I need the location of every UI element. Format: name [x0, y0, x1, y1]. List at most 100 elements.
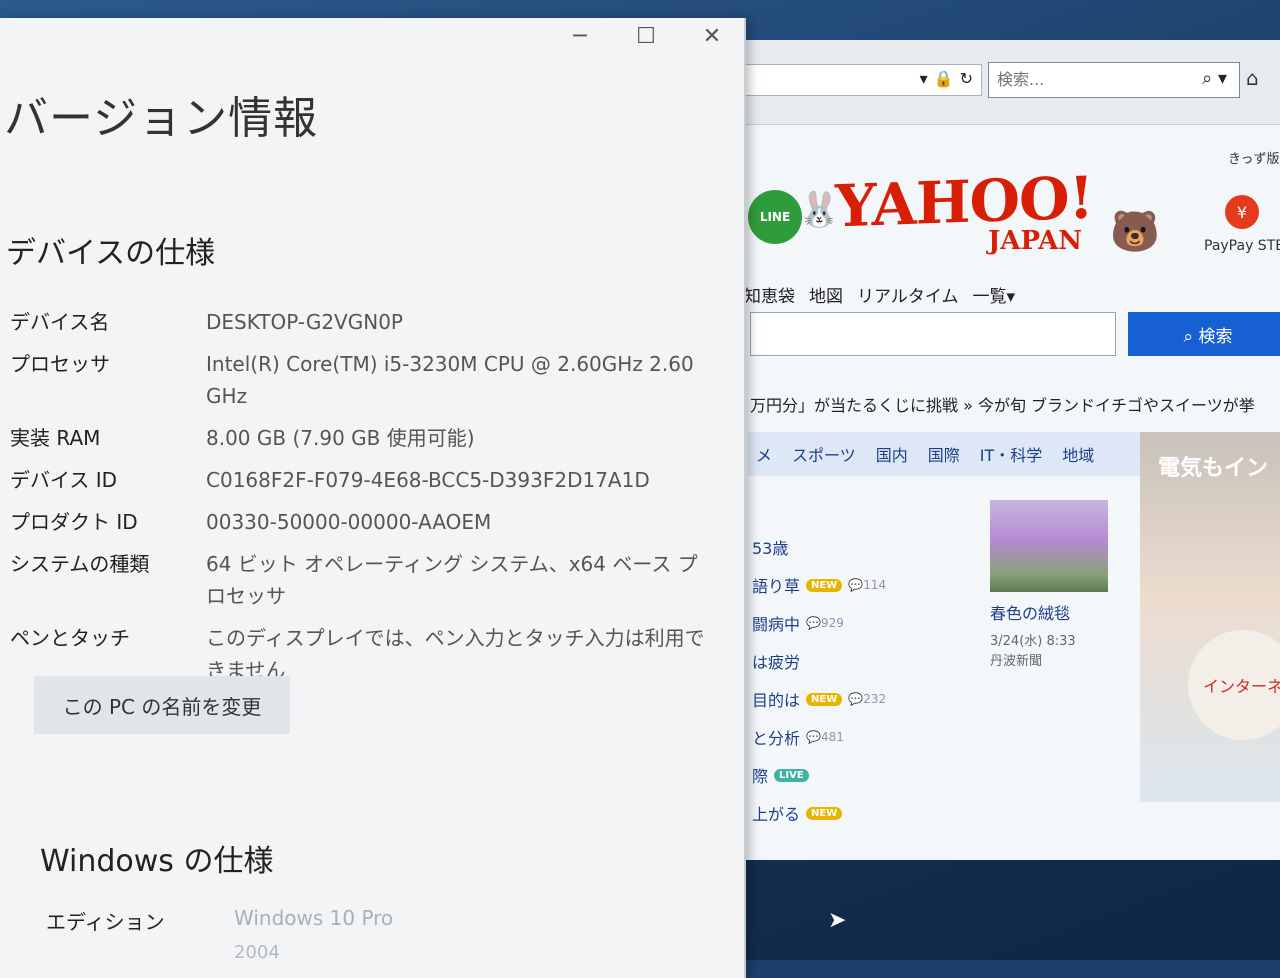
new-badge: NEW — [806, 806, 843, 820]
address-bar[interactable]: ▾ 🔒 ↻ — [740, 64, 982, 96]
photo-news-date: 3/24(水) 8:33 — [990, 634, 1076, 649]
browser-window: ▾ 🔒 ↻ ⌕ ▾ ⌂ きっず版 LINE 🐰 YAHOO! JAPAN 🐻 ¥… — [700, 40, 1280, 860]
line-logo[interactable]: LINE — [748, 190, 802, 244]
nav-realtime[interactable]: リアルタイム — [857, 282, 959, 307]
spec-value: C0168F2F-F079-4E68-BCC5-D393F2D17A1D — [206, 468, 650, 492]
page-title: バージョン情報 — [4, 93, 319, 144]
tab-it-science[interactable]: IT・科学 — [980, 442, 1043, 466]
comment-count-value: 481 — [820, 730, 844, 744]
minimize-button[interactable]: ─ — [566, 24, 594, 49]
comment-count-value: 232 — [863, 692, 887, 706]
maximize-button[interactable]: ☐ — [632, 24, 660, 49]
nav-list[interactable]: 一覧▾ — [973, 282, 1016, 307]
news-item[interactable]: 語り草 NEW 💬114 — [752, 566, 886, 604]
spec-row: プロセッサ Intel(R) Core(TM) i5-3230M CPU @ 2… — [10, 348, 730, 412]
comment-count: 💬232 — [848, 692, 887, 706]
window-controls: ─ ☐ ✕ — [566, 24, 726, 49]
news-item[interactable]: 際 LIVE — [752, 756, 886, 794]
lock-icon: 🔒 — [933, 69, 954, 88]
news-item-text: 語り草 — [752, 577, 801, 596]
service-nav: 知恵袋 地図 リアルタイム 一覧▾ — [744, 282, 1015, 307]
spec-row: システムの種類 64 ビット オペレーティング システム、x64 ベース プロセ… — [10, 548, 730, 612]
spec-row: デバイス ID C0168F2F-F079-4E68-BCC5-D393F2D1… — [10, 464, 730, 496]
spec-value: Intel(R) Core(TM) i5-3230M CPU @ 2.60GHz… — [206, 352, 694, 408]
search-icon[interactable]: ⌕ ▾ — [1202, 68, 1227, 89]
browser-search-input[interactable] — [989, 63, 1195, 95]
tab-sports[interactable]: スポーツ — [792, 442, 856, 466]
spec-value: 8.00 GB (7.90 GB 使用可能) — [206, 426, 475, 450]
news-item[interactable]: と分析 💬481 — [752, 718, 886, 756]
refresh-icon[interactable]: ↻ — [960, 69, 973, 88]
yahoo-japan-logo[interactable]: JAPAN — [988, 226, 1082, 256]
spec-row: プロダクト ID 00330-50000-00000-AAOEM — [10, 506, 730, 538]
comment-count: 💬929 — [806, 616, 844, 630]
news-item-text: 際 — [752, 767, 769, 786]
tab-region[interactable]: 地域 — [1062, 442, 1094, 466]
promo-banner[interactable]: 万円分」が当たるくじに挑戦 » 今が旬 ブランドイチゴやスイーツが挙 — [750, 392, 1255, 416]
about-window: ─ ☐ ✕ バージョン情報 デバイスの仕様 デバイス名 DESKTOP-G2VG… — [0, 18, 746, 978]
news-tabs: メ スポーツ 国内 国際 IT・科学 地域 — [748, 432, 1146, 476]
nav-chiebukuro[interactable]: 知恵袋 — [744, 282, 795, 307]
address-tools: ▾ 🔒 ↻ — [920, 69, 973, 88]
spec-value: 64 ビット オペレーティング システム、x64 ベース プロセッサ — [206, 552, 698, 608]
tab-domestic[interactable]: 国内 — [876, 442, 908, 466]
spec-value: 00330-50000-00000-AAOEM — [206, 510, 492, 534]
windows-spec-heading: Windows の仕様 — [40, 844, 274, 879]
comment-count: 💬114 — [848, 578, 887, 592]
yahoo-search-field[interactable] — [750, 312, 1116, 356]
search-icon: ⌕ — [1183, 326, 1199, 347]
tab-news-0[interactable]: メ — [756, 442, 772, 466]
spec-label: デバイス ID — [10, 468, 118, 492]
news-item[interactable]: は疲労 — [752, 642, 886, 680]
advertisement[interactable] — [1140, 432, 1280, 802]
new-badge: NEW — [806, 692, 843, 706]
live-badge: LIVE — [774, 768, 809, 782]
mouse-cursor-icon: ➤ — [828, 908, 847, 933]
news-item-text: は疲労 — [752, 653, 801, 672]
comment-count: 💬481 — [806, 730, 844, 744]
search-button-label: 検索 — [1198, 326, 1233, 347]
paypay-link[interactable]: PayPay STE — [1204, 238, 1280, 254]
news-item-text: 上がる — [752, 805, 801, 824]
news-photo[interactable] — [990, 500, 1108, 592]
close-button[interactable]: ✕ — [698, 24, 726, 49]
news-item[interactable]: 目的は NEW 💬232 — [752, 680, 886, 718]
browser-toolbar: ▾ 🔒 ↻ ⌕ ▾ ⌂ — [700, 40, 1280, 125]
news-item-text: 53歳 — [752, 539, 789, 558]
photo-news-meta: 3/24(水) 8:33 丹波新聞 — [990, 632, 1076, 672]
news-item[interactable]: 上がる NEW — [752, 794, 886, 832]
news-item[interactable]: 闘病中 💬929 — [752, 604, 886, 642]
news-item[interactable]: 53歳 — [752, 528, 886, 566]
bear-mascot-icon: 🐻 — [1110, 209, 1160, 255]
nav-map[interactable]: 地図 — [809, 282, 843, 307]
edition-value: Windows 10 Pro — [234, 906, 394, 930]
rename-pc-button[interactable]: この PC の名前を変更 — [34, 676, 290, 734]
news-item-text: 目的は — [752, 691, 801, 710]
home-icon[interactable]: ⌂ — [1246, 66, 1259, 90]
device-spec-table: デバイス名 DESKTOP-G2VGN0P プロセッサ Intel(R) Cor… — [10, 306, 730, 696]
edition-label: エディション — [46, 910, 165, 934]
spec-value: DESKTOP-G2VGN0P — [206, 310, 403, 334]
photo-news-source: 丹波新聞 — [990, 654, 1043, 669]
tab-international[interactable]: 国際 — [928, 442, 960, 466]
comment-count-value: 114 — [863, 578, 887, 592]
device-spec-heading: デバイスの仕様 — [6, 236, 216, 271]
spec-row: 実装 RAM 8.00 GB (7.90 GB 使用可能) — [10, 422, 730, 454]
dropdown-icon[interactable]: ▾ — [920, 69, 928, 88]
paypay-coin-icon[interactable]: ¥ — [1225, 195, 1259, 229]
ad-headline: 電気もイン — [1158, 456, 1269, 481]
kids-link[interactable]: きっず版 — [1228, 148, 1279, 167]
spec-label: プロセッサ — [10, 352, 110, 376]
spec-label: システムの種類 — [10, 552, 150, 576]
bunny-mascot-icon: 🐰 — [798, 190, 841, 230]
comment-count-value: 929 — [820, 616, 844, 630]
photo-news-title[interactable]: 春色の絨毯 — [990, 600, 1070, 624]
spec-label: デバイス名 — [10, 310, 110, 334]
new-badge: NEW — [806, 578, 843, 592]
spec-row: デバイス名 DESKTOP-G2VGN0P — [10, 306, 730, 338]
news-item-text: と分析 — [752, 729, 801, 748]
browser-search-box[interactable]: ⌕ ▾ — [988, 62, 1240, 98]
spec-label: プロダクト ID — [10, 510, 138, 534]
news-item-text: 闘病中 — [752, 615, 801, 634]
yahoo-search-button[interactable]: ⌕ 検索 — [1128, 312, 1280, 356]
